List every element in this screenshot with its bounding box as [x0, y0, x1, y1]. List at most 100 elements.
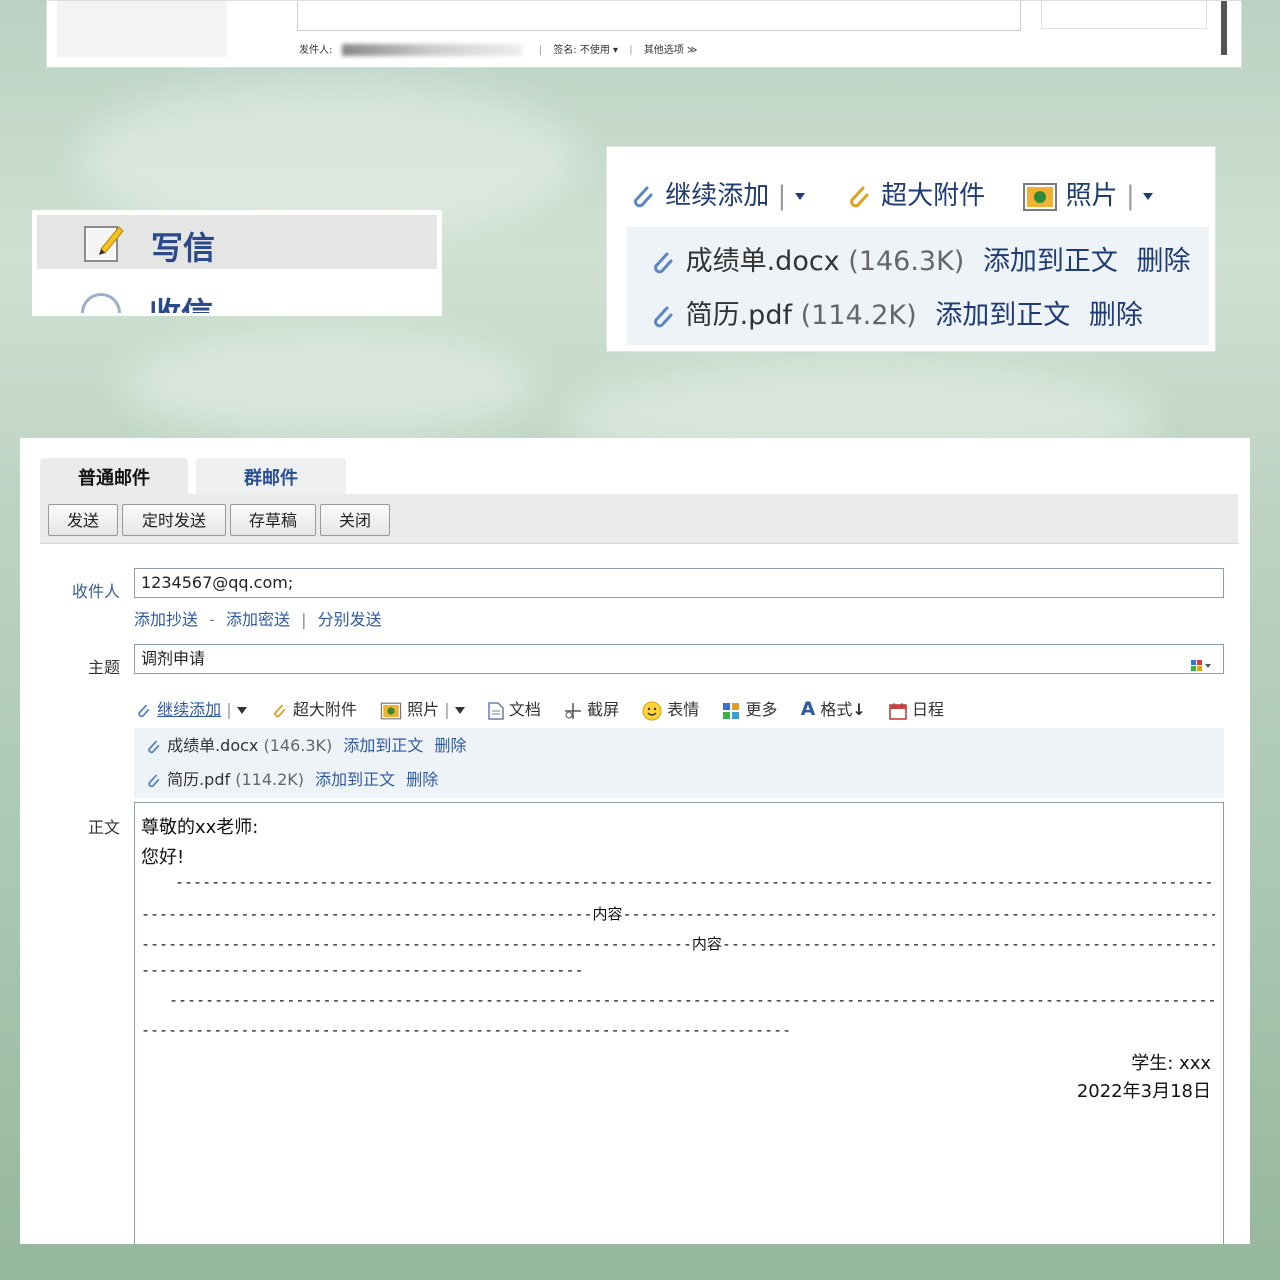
screenshot-scissors-icon — [564, 702, 581, 719]
zoom-large-attachment-button[interactable]: 超大附件 — [843, 175, 985, 212]
signature-select[interactable]: 签名: 不使用 ▾ — [553, 45, 618, 56]
delete-attachment-link[interactable]: 删除 — [406, 770, 438, 789]
sender-line: 发件人: | 签名: 不使用 ▾ | 其他选项 ≫ — [299, 44, 698, 56]
sender-blurred — [341, 44, 522, 56]
to-field[interactable]: 1234567@qq.com; — [134, 568, 1224, 598]
add-bcc-link[interactable]: 添加密送 — [226, 610, 290, 629]
zoom-attachment-row: 成绩单.docx (146.3K) 添加到正文 删除 — [647, 239, 1191, 278]
more-button[interactable]: 更多 — [722, 696, 777, 720]
nav-snippet: 写信 收信 — [32, 210, 442, 316]
save-draft-button[interactable]: 存草稿 — [230, 504, 316, 536]
cc-links: 添加抄送 - 添加密送 | 分别发送 — [134, 606, 382, 630]
attachment-row: 简历.pdf (114.2K) 添加到正文 删除 — [144, 766, 438, 790]
body-dash-line: ----------------------------------------… — [141, 1021, 791, 1039]
attachment-filename: 成绩单.docx — [167, 736, 259, 755]
scheduled-send-button[interactable]: 定时发送 — [122, 504, 226, 536]
schedule-button[interactable]: 日程 — [889, 696, 944, 720]
document-icon — [488, 702, 504, 720]
large-paperclip-icon — [274, 704, 286, 717]
attachment-filename: 成绩单.docx — [685, 246, 840, 277]
continue-add-button[interactable]: 继续添加 | — [134, 696, 247, 720]
format-button[interactable]: A 格式↓ — [801, 696, 866, 720]
separator: - — [209, 610, 215, 629]
dropdown-arrow-icon[interactable] — [236, 707, 247, 715]
dropdown-arrow-icon[interactable] — [1142, 193, 1153, 200]
attachment-toolbar: 继续添加 | 超大附件 照片 | 文档 截屏 表情 更多 A 格式↓ 日程 — [134, 696, 962, 721]
attachment-size: (114.2K) — [800, 300, 917, 331]
smiley-icon — [642, 701, 662, 720]
close-button[interactable]: 关闭 — [320, 504, 390, 536]
tab-group-mail[interactable]: 群邮件 — [196, 458, 346, 496]
signature-date: 2022年3月18日 — [1076, 1081, 1211, 1102]
separate-send-link[interactable]: 分别发送 — [318, 610, 382, 629]
attachment-list: 成绩单.docx (146.3K) 添加到正文 删除 简历.pdf (114.2… — [134, 728, 1224, 798]
nav-item-write[interactable]: 写信 — [37, 215, 437, 269]
dropdown-arrow-icon[interactable] — [794, 193, 805, 200]
calendar-icon — [889, 702, 907, 720]
paperclip-icon — [654, 252, 673, 273]
photo-icon — [380, 702, 402, 720]
photo-button[interactable]: 照片 | — [380, 696, 465, 720]
add-to-body-link[interactable]: 添加到正文 — [983, 246, 1118, 277]
body-hello: 您好! — [141, 847, 185, 868]
add-to-body-link[interactable]: 添加到正文 — [315, 770, 395, 789]
background-cloud — [120, 330, 540, 440]
left-panel — [57, 1, 227, 57]
body-content-line: ----------------------------------------… — [141, 935, 1215, 953]
add-cc-link[interactable]: 添加抄送 — [134, 610, 198, 629]
zoom-toolbar: 继续添加 | 超大附件 照片 | — [627, 175, 1183, 212]
large-paperclip-icon — [849, 186, 869, 207]
attachment-size: (114.2K) — [235, 770, 305, 789]
delete-attachment-link[interactable]: 删除 — [1137, 246, 1191, 277]
send-button[interactable]: 发送 — [48, 504, 118, 536]
nav-write-label: 写信 — [151, 229, 216, 267]
paperclip-icon — [148, 740, 160, 753]
attachment-row: 成绩单.docx (146.3K) 添加到正文 删除 — [144, 732, 467, 756]
delete-attachment-link[interactable]: 删除 — [434, 736, 466, 755]
signature-student: 学生: xxx — [1131, 1053, 1211, 1074]
body-label: 正文 — [87, 818, 120, 837]
write-pencil-icon — [84, 226, 124, 262]
dropdown-arrow-icon[interactable] — [454, 707, 465, 715]
body-editor[interactable]: 尊敬的xx老师: 您好! ---------------------------… — [134, 802, 1224, 1244]
delete-attachment-link[interactable]: 删除 — [1089, 300, 1143, 331]
compose-toolbar: 发送 定时发送 存草稿 关闭 — [40, 494, 1238, 544]
screenshot-button[interactable]: 截屏 — [564, 696, 619, 720]
zoom-photo-button[interactable]: 照片 | — [1023, 175, 1153, 212]
body-greeting: 尊敬的xx老师: — [141, 817, 259, 838]
font-a-icon: A — [800, 698, 816, 721]
emoji-button[interactable]: 表情 — [642, 696, 699, 721]
compose-window: 普通邮件 群邮件 发送 定时发送 存草稿 关闭 收件人 1234567@qq.c… — [20, 438, 1250, 1244]
other-options-link[interactable]: 其他选项 ≫ — [644, 45, 698, 56]
attachments-zoom-snippet: 继续添加 | 超大附件 照片 | 成绩单.docx (146.3K) 添加到正文… — [606, 146, 1216, 352]
nav-receive-label[interactable]: 收信 — [149, 289, 213, 313]
top-screenshot-strip: 发件人: | 签名: 不使用 ▾ | 其他选项 ≫ — [46, 0, 1242, 68]
tab-normal-mail[interactable]: 普通邮件 — [40, 458, 188, 496]
inbox-icon — [81, 293, 121, 313]
side-box — [1041, 1, 1207, 29]
sender-label: 发件人: — [299, 45, 333, 56]
attachment-size: (146.3K) — [848, 246, 965, 277]
editor-area — [297, 1, 1021, 31]
body-dash-line: ----------------------------------------… — [175, 873, 1215, 891]
body-dash-line: ----------------------------------------… — [141, 961, 581, 979]
paperclip-icon — [654, 306, 673, 327]
large-attachment-button[interactable]: 超大附件 — [270, 696, 357, 720]
add-to-body-link[interactable]: 添加到正文 — [343, 736, 423, 755]
zoom-attachment-list: 成绩单.docx (146.3K) 添加到正文 删除 简历.pdf (114.2… — [627, 227, 1209, 345]
subject-color-icon[interactable] — [1191, 653, 1213, 671]
attachment-filename: 简历.pdf — [167, 770, 231, 789]
photo-icon — [1023, 182, 1058, 211]
zoom-attachment-row: 简历.pdf (114.2K) 添加到正文 删除 — [647, 293, 1143, 332]
add-to-body-link[interactable]: 添加到正文 — [935, 300, 1070, 331]
to-label[interactable]: 收件人 — [40, 578, 120, 602]
scrollbar[interactable] — [1221, 1, 1227, 55]
zoom-continue-add-button[interactable]: 继续添加 | — [627, 175, 805, 212]
paperclip-icon — [148, 774, 160, 787]
body-content-line: ----------------------------------------… — [141, 905, 1215, 923]
body-dash-line: ----------------------------------------… — [169, 991, 1215, 1009]
subject-field[interactable]: 调剂申请 — [134, 644, 1224, 674]
more-grid-icon — [723, 702, 740, 719]
document-button[interactable]: 文档 — [488, 696, 541, 720]
separator: | — [301, 610, 307, 629]
